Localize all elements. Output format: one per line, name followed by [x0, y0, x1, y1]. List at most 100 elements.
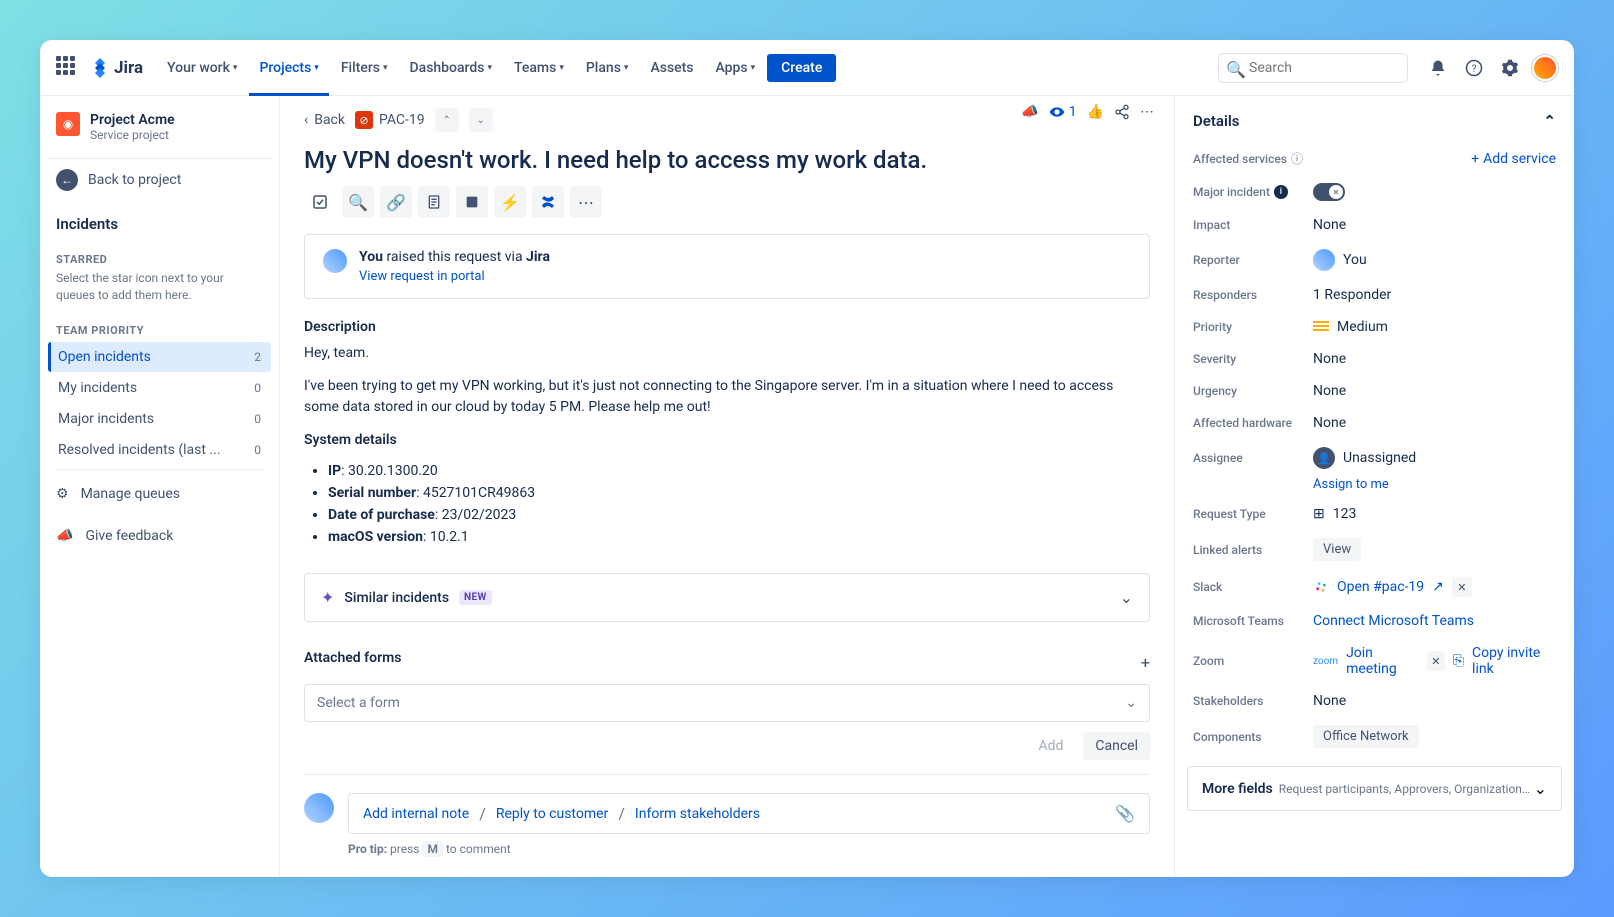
responders-value[interactable]: 1 Responder: [1313, 287, 1556, 303]
search-icon: 🔍: [1226, 60, 1246, 79]
assign-to-me[interactable]: Assign to me: [1175, 477, 1574, 498]
external-link-icon: ↗: [1432, 579, 1444, 595]
chevron-up-icon: ⌃: [1543, 112, 1556, 130]
add-form-icon[interactable]: +: [1141, 653, 1150, 672]
assignee-value[interactable]: 👤Unassigned: [1313, 447, 1556, 469]
priority-value[interactable]: Medium: [1313, 319, 1556, 335]
queue-my-incidents[interactable]: My incidents0: [48, 373, 271, 403]
chevron-down-icon: ▾: [314, 63, 319, 73]
add-internal-note[interactable]: Add internal note: [363, 806, 469, 822]
system-details-label: System details: [304, 430, 1150, 451]
urgency-value[interactable]: None: [1313, 383, 1556, 399]
logo-text: Jira: [114, 58, 143, 78]
chevron-down-icon: ▾: [383, 63, 388, 73]
app-switcher-icon[interactable]: [56, 56, 80, 80]
help-icon[interactable]: ?: [1460, 54, 1488, 82]
request-type-value[interactable]: ⊞123: [1313, 506, 1556, 522]
prev-issue[interactable]: ⌃: [435, 108, 459, 132]
search-issue-icon[interactable]: 🔍: [342, 186, 374, 218]
hardware-value[interactable]: None: [1313, 415, 1556, 431]
project-icon: ◉: [56, 112, 80, 136]
chevron-down-icon: ▾: [233, 63, 238, 73]
components-value[interactable]: Office Network: [1313, 725, 1556, 748]
page-icon[interactable]: [418, 186, 450, 218]
reporter-value[interactable]: You: [1313, 249, 1556, 271]
more-actions-icon[interactable]: ⋯: [1140, 104, 1154, 120]
jira-logo[interactable]: Jira: [90, 58, 143, 78]
nav-projects[interactable]: Projects▾: [249, 54, 328, 82]
confluence-icon[interactable]: [532, 186, 564, 218]
request-info: You raised this request via Jira View re…: [304, 234, 1150, 299]
nav-your-work[interactable]: Your work▾: [157, 54, 247, 82]
teams-link[interactable]: Connect Microsoft Teams: [1313, 613, 1556, 629]
severity-value[interactable]: None: [1313, 351, 1556, 367]
stakeholders-value[interactable]: None: [1313, 693, 1556, 709]
impact-value[interactable]: None: [1313, 217, 1556, 233]
starred-label: STARRED: [48, 241, 271, 270]
attached-forms-label: Attached forms: [304, 650, 401, 666]
info-icon[interactable]: i: [1274, 185, 1288, 199]
pro-tip: Pro tip: press M to comment: [348, 842, 1150, 856]
view-in-portal[interactable]: View request in portal: [359, 269, 550, 284]
nav-plans[interactable]: Plans▾: [576, 54, 639, 82]
lightning-icon[interactable]: ⚡: [494, 186, 526, 218]
add-service[interactable]: + Add service: [1471, 151, 1556, 167]
next-issue[interactable]: ⌄: [469, 108, 493, 132]
queue-open-incidents[interactable]: Open incidents2: [48, 342, 271, 372]
feedback-icon[interactable]: 📣: [1021, 104, 1038, 120]
comment-input[interactable]: Add internal note / Reply to customer / …: [348, 793, 1150, 834]
more-toolbar-icon[interactable]: ⋯: [570, 186, 602, 218]
back-to-project[interactable]: ← Back to project: [48, 158, 271, 201]
nav-dashboards[interactable]: Dashboards▾: [400, 54, 502, 82]
queue-major-incidents[interactable]: Major incidents0: [48, 404, 271, 434]
share-icon[interactable]: [1114, 104, 1130, 120]
major-incident-toggle[interactable]: [1313, 183, 1345, 201]
settings-icon[interactable]: [1496, 54, 1524, 82]
description-body[interactable]: Hey, team. I've been trying to get my VP…: [304, 343, 1150, 545]
linked-alerts-value[interactable]: View: [1313, 538, 1556, 561]
remove-zoom[interactable]: ✕: [1427, 651, 1445, 671]
create-button[interactable]: Create: [767, 54, 836, 82]
project-header[interactable]: ◉ Project Acme Service project: [48, 112, 271, 154]
back-button[interactable]: ‹Back: [304, 112, 345, 128]
user-avatar[interactable]: [1532, 55, 1558, 81]
nav-assets[interactable]: Assets: [640, 54, 703, 82]
project-name: Project Acme: [90, 112, 175, 128]
nav-apps[interactable]: Apps▾: [706, 54, 766, 82]
note-icon[interactable]: [456, 186, 488, 218]
issue-key[interactable]: ⊘PAC-19: [355, 111, 425, 129]
reply-to-customer[interactable]: Reply to customer: [496, 806, 608, 822]
search-input[interactable]: [1218, 53, 1408, 83]
like-icon[interactable]: 👍: [1087, 104, 1104, 120]
chevron-down-icon: ⌄: [1534, 779, 1547, 798]
unassigned-avatar-icon: 👤: [1313, 447, 1335, 469]
attach-icon[interactable]: 📎: [1115, 804, 1135, 823]
details-header[interactable]: Details ⌃: [1175, 108, 1574, 142]
chevron-down-icon: ▾: [751, 63, 756, 73]
issue-title[interactable]: My VPN doesn't work. I need help to acce…: [304, 146, 1150, 174]
zoom-copy-link[interactable]: Copy invite link: [1472, 645, 1556, 677]
inform-stakeholders[interactable]: Inform stakeholders: [635, 806, 760, 822]
new-badge: NEW: [459, 590, 492, 605]
team-priority-label: TEAM PRIORITY: [48, 312, 271, 341]
chevron-down-icon: ⌄: [1125, 695, 1137, 711]
form-select[interactable]: Select a form ⌄: [304, 684, 1150, 722]
remove-slack[interactable]: ✕: [1452, 577, 1472, 597]
cancel-form-button[interactable]: Cancel: [1083, 732, 1150, 760]
similar-incidents-panel[interactable]: ✦ Similar incidents NEW ⌄: [304, 573, 1150, 622]
info-icon[interactable]: ⓘ: [1291, 150, 1303, 167]
queue-resolved-incidents[interactable]: Resolved incidents (last ...0: [48, 435, 271, 465]
add-form-button[interactable]: Add: [1026, 732, 1075, 760]
link-icon[interactable]: 🔗: [380, 186, 412, 218]
manage-queues[interactable]: ⚙Manage queues: [48, 476, 271, 512]
nav-filters[interactable]: Filters▾: [331, 54, 398, 82]
attach-icon[interactable]: [304, 186, 336, 218]
zoom-join[interactable]: Join meeting: [1346, 645, 1419, 677]
issue-toolbar: 🔍 🔗 ⚡ ⋯: [304, 186, 1150, 218]
watchers[interactable]: 1: [1049, 104, 1077, 120]
give-feedback[interactable]: 📣Give feedback: [48, 518, 271, 554]
nav-teams[interactable]: Teams▾: [504, 54, 574, 82]
notifications-icon[interactable]: [1424, 54, 1452, 82]
more-fields[interactable]: More fields Request participants, Approv…: [1187, 766, 1562, 811]
slack-link[interactable]: Open #pac-19↗✕: [1313, 577, 1556, 597]
